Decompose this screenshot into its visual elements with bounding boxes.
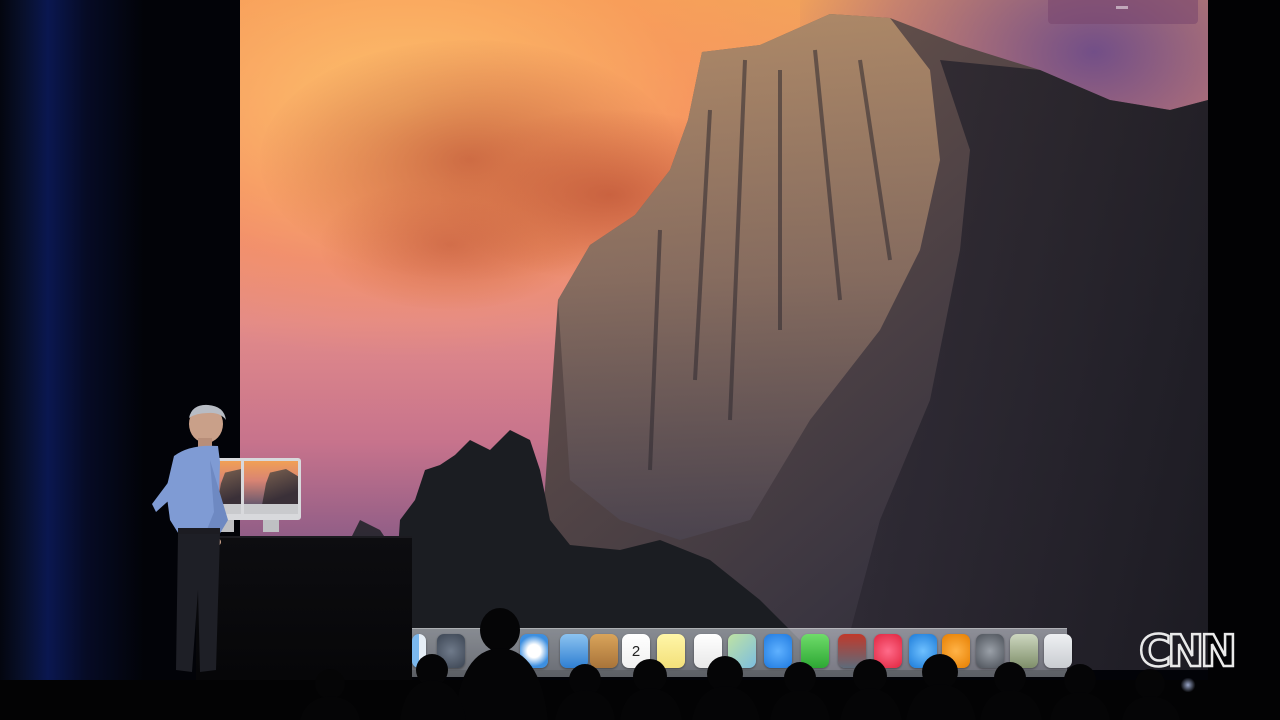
iphoto-icon[interactable] [1010, 634, 1038, 668]
menu-bar-extra [1048, 0, 1198, 24]
calendar-icon[interactable]: 2 [622, 634, 650, 668]
calendar-day: 2 [631, 642, 641, 660]
maps-icon[interactable] [728, 634, 756, 668]
messages-icon[interactable] [764, 634, 792, 668]
presenter [152, 404, 228, 672]
facetime-icon[interactable] [801, 634, 829, 668]
trash-icon[interactable] [1044, 634, 1072, 668]
launchpad-icon[interactable] [437, 634, 465, 668]
itunes-icon[interactable] [874, 634, 902, 668]
stage-light [1180, 678, 1196, 692]
cnn-logo: CNN [1138, 625, 1239, 679]
app-store-icon[interactable] [909, 634, 937, 668]
finder-icon[interactable] [412, 634, 426, 668]
mail-icon[interactable] [560, 634, 588, 668]
contacts-icon[interactable] [590, 634, 618, 668]
keynote-stage: 2 CNN [0, 0, 1280, 720]
right-stage-curtain [1208, 0, 1280, 720]
reminders-icon[interactable] [694, 634, 722, 668]
safari-icon[interactable] [520, 634, 548, 668]
notes-icon[interactable] [657, 634, 685, 668]
cnn-logo-text: CNN [1139, 626, 1233, 677]
photo-booth-icon[interactable] [838, 634, 866, 668]
ibooks-icon[interactable] [942, 634, 970, 668]
system-preferences-icon[interactable] [976, 634, 1004, 668]
